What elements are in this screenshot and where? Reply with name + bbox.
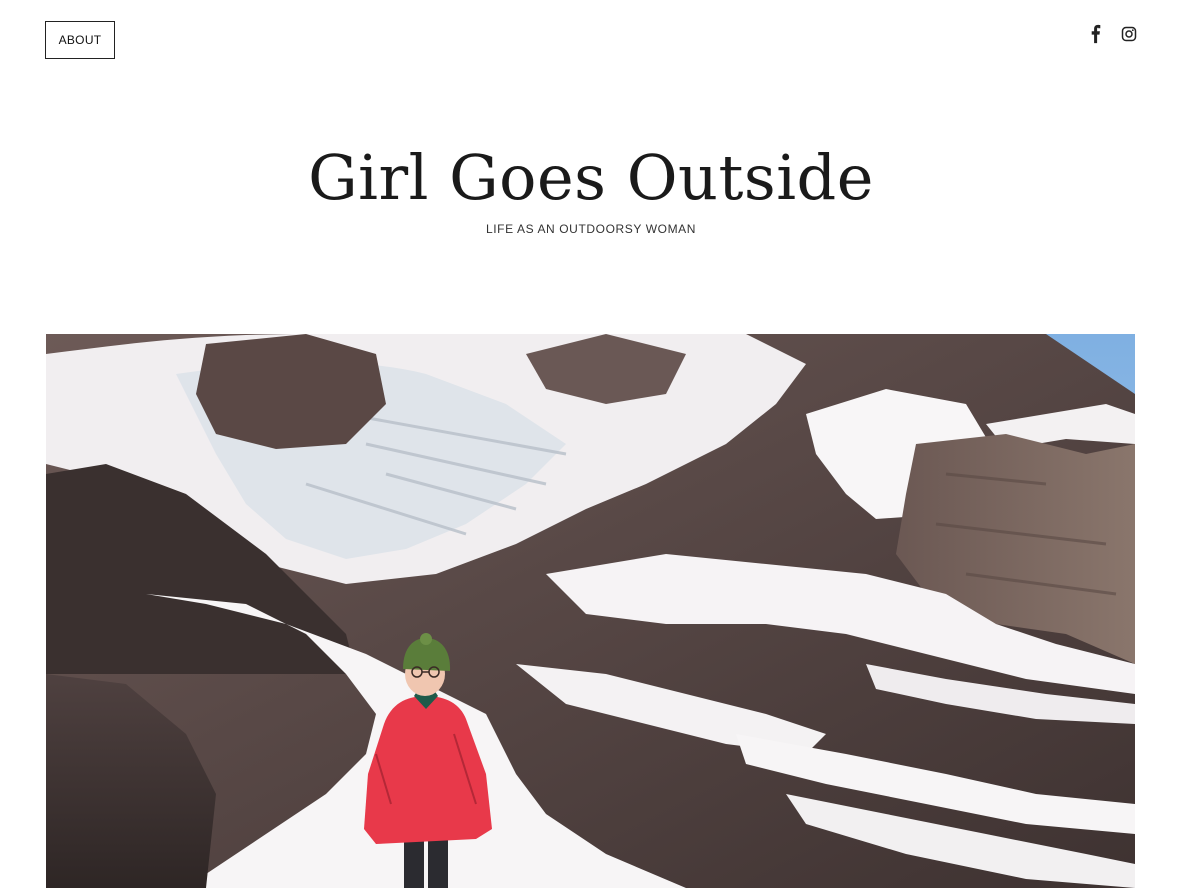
hero-image bbox=[46, 334, 1135, 888]
site-title[interactable]: Girl Goes Outside bbox=[0, 138, 1182, 218]
facebook-icon bbox=[1091, 24, 1101, 44]
instagram-link[interactable] bbox=[1121, 24, 1137, 44]
facebook-link[interactable] bbox=[1088, 24, 1104, 44]
page: ABOUT Girl Goes Outside LIFE AS AN OUTDO… bbox=[0, 0, 1182, 888]
hero-photo-illustration bbox=[46, 334, 1135, 888]
about-button[interactable]: ABOUT bbox=[45, 21, 115, 59]
site-tagline: LIFE AS AN OUTDOORSY WOMAN bbox=[485, 222, 697, 236]
instagram-icon bbox=[1121, 26, 1137, 42]
social-links bbox=[1088, 24, 1137, 44]
